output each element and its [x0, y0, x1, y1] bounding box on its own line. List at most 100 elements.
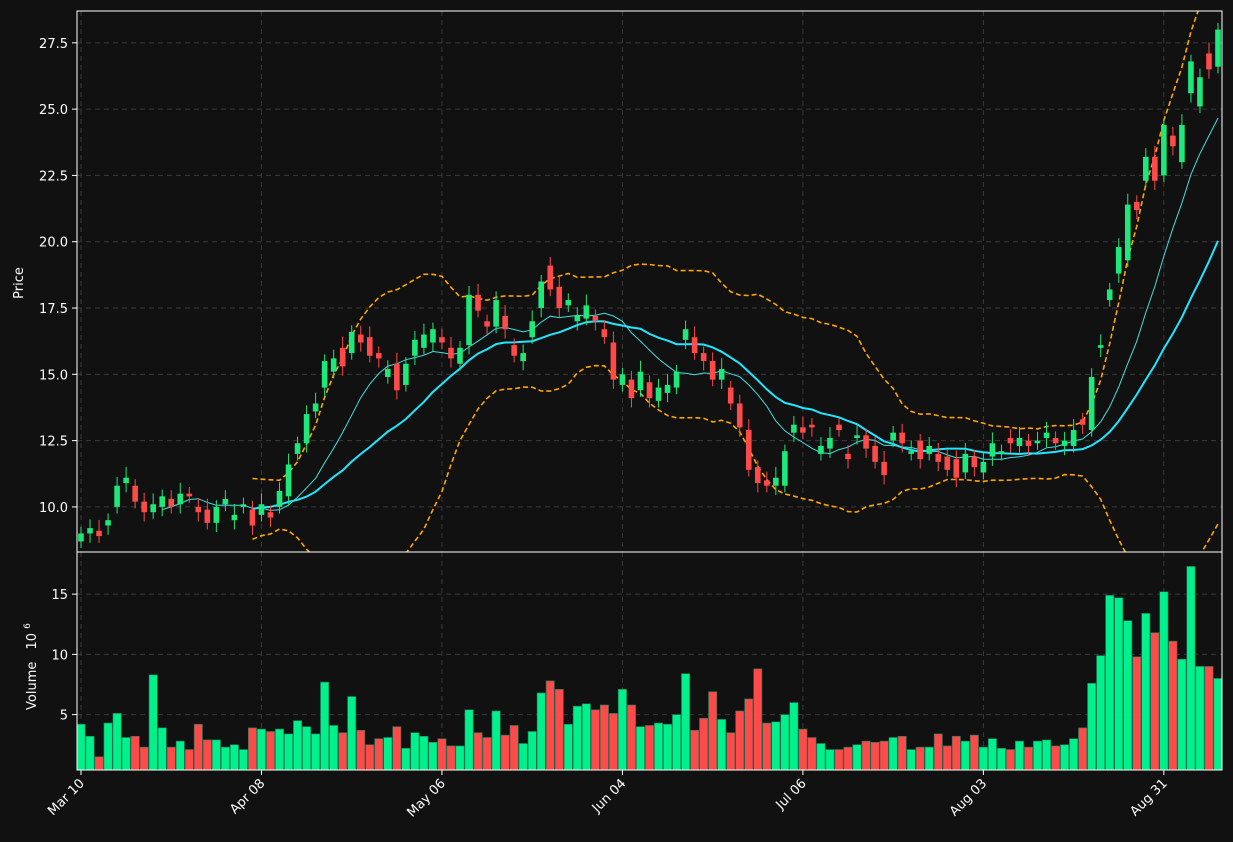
volume-bar: [94, 756, 104, 771]
volume-bar: [257, 728, 266, 771]
candle-body: [989, 443, 996, 457]
candle-body: [123, 477, 129, 484]
volume-tick-label-2: 15: [51, 588, 68, 603]
candle-body: [294, 443, 301, 454]
volume-bar: [157, 727, 167, 771]
candle-body: [339, 347, 346, 367]
candle-body: [754, 467, 761, 484]
volume-bar: [148, 674, 158, 771]
volume-bar: [735, 710, 745, 771]
volume-bar: [464, 709, 474, 771]
volume-bar: [482, 737, 492, 771]
volume-bar: [1123, 620, 1133, 771]
candle-body: [592, 315, 599, 322]
volume-bar: [229, 744, 239, 771]
candle: [1124, 193, 1131, 267]
volume-axis-label: Volume 10 6: [23, 623, 40, 710]
volume-bar: [184, 749, 194, 771]
candle-body: [782, 451, 788, 486]
volume-axis-label-exponent-power: 6: [23, 623, 33, 629]
volume-bar: [455, 745, 465, 771]
candle-body: [348, 331, 355, 354]
candle-body: [141, 501, 147, 513]
candle-body: [430, 329, 436, 343]
candle-body: [195, 506, 202, 513]
volume-bar: [473, 732, 483, 771]
candle-body: [1043, 432, 1050, 438]
candle-body: [412, 339, 418, 356]
candle-body: [511, 345, 517, 356]
volume-bar: [1069, 738, 1079, 771]
volume-bar: [220, 746, 230, 771]
candle-body: [682, 329, 689, 340]
candle-body: [421, 334, 427, 348]
stock-chart: 10.012.515.017.520.022.525.027.5 51015 M…: [0, 0, 1233, 842]
candle-body: [836, 424, 842, 431]
candle: [782, 444, 788, 493]
candle-body: [448, 347, 454, 359]
volume-bar: [518, 743, 528, 771]
volume-bar: [139, 746, 149, 771]
volume-bar: [275, 728, 284, 771]
volume-tick-label-0: 5: [60, 709, 68, 724]
volume-bar: [410, 732, 420, 771]
volume-bar: [1042, 739, 1051, 771]
candle-body: [845, 453, 851, 460]
candle-body: [655, 387, 662, 401]
volume-bar: [536, 692, 546, 771]
candle-body: [764, 480, 770, 486]
candle-body: [854, 435, 860, 438]
volume-bar: [599, 704, 609, 771]
volume-bar: [933, 733, 943, 771]
volume-bar: [816, 743, 826, 771]
volume-bar: [175, 740, 185, 771]
candle-body: [375, 353, 382, 359]
candle-body: [971, 456, 978, 468]
volume-bar: [825, 749, 835, 771]
volume-bar: [879, 740, 889, 771]
volume-bar: [545, 680, 555, 771]
candle-body: [1124, 204, 1131, 261]
candle-body: [556, 286, 563, 309]
volume-bar: [329, 725, 339, 771]
price-tick-label-3: 17.5: [39, 302, 68, 317]
volume-bar: [1195, 666, 1205, 771]
volume-bar: [374, 738, 384, 771]
candle-body: [1188, 61, 1194, 94]
volume-bar: [1060, 744, 1070, 771]
candle-body: [357, 334, 364, 343]
candle-body: [565, 300, 572, 306]
candle-body: [1052, 437, 1059, 444]
volume-bar: [563, 723, 573, 771]
candle-body: [538, 281, 545, 309]
candle-body: [466, 294, 472, 346]
volume-bar: [888, 737, 898, 771]
candle-body: [1106, 289, 1113, 301]
candle-body: [484, 321, 490, 327]
candle-body: [1161, 125, 1167, 176]
volume-bar: [202, 739, 212, 771]
volume-bar: [581, 703, 591, 771]
candle: [466, 286, 472, 355]
candle-body: [457, 347, 463, 364]
volume-bar: [1186, 566, 1196, 771]
volume-bar: [645, 725, 654, 771]
candle-body: [917, 440, 924, 460]
volume-bar: [870, 741, 880, 771]
volume-bar: [681, 673, 691, 771]
volume-bar: [85, 735, 95, 771]
volume-bar: [193, 723, 203, 771]
candle-body: [646, 382, 653, 399]
volume-bar: [672, 714, 682, 771]
volume-bar: [690, 729, 700, 771]
volume-bar: [112, 713, 122, 771]
volume-bar: [834, 749, 844, 771]
candle-body: [321, 361, 328, 388]
candle-body: [1016, 437, 1023, 446]
candle-body: [1133, 201, 1140, 210]
price-tick-label-0: 10.0: [39, 501, 68, 516]
candle-body: [637, 371, 644, 391]
volume-bar: [590, 709, 600, 771]
volume-bar: [1213, 678, 1223, 771]
candle-body: [664, 384, 671, 393]
